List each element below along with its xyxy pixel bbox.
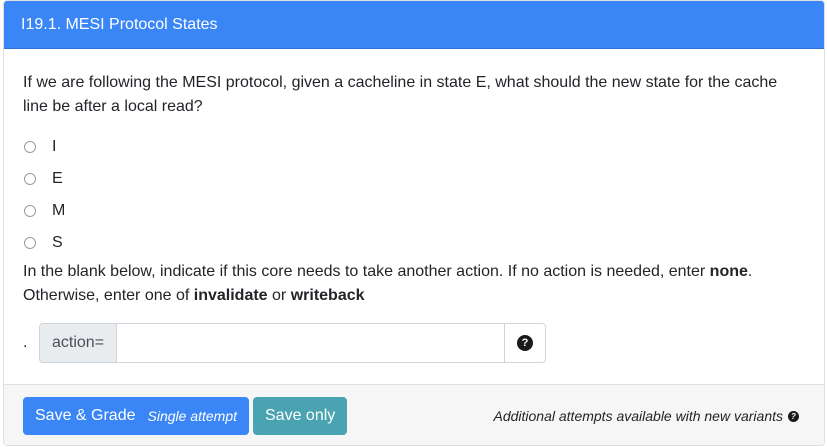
- option-label: M: [52, 202, 66, 219]
- card-body: If we are following the MESI protocol, g…: [4, 71, 824, 363]
- option-label: S: [52, 234, 63, 251]
- instruction-invalidate: invalidate: [193, 287, 268, 304]
- action-help-button[interactable]: ?: [504, 324, 546, 362]
- instruction-part1: In the blank below, indicate if this cor…: [23, 263, 710, 280]
- question-circle-icon[interactable]: ?: [788, 410, 799, 422]
- radio-option-s[interactable]: [24, 237, 36, 249]
- instruction-writeback: writeback: [290, 287, 365, 304]
- attempts-note: Additional attempts available with new v…: [493, 408, 799, 424]
- card-footer: Save & Grade Single attempt Save only Ad…: [4, 384, 824, 445]
- radio-option-m[interactable]: [24, 205, 36, 217]
- card-header: I19.1. MESI Protocol States: [4, 1, 824, 49]
- option-label: I: [52, 138, 57, 155]
- radio-option-i[interactable]: [24, 141, 36, 153]
- attempts-note-text: Additional attempts available with new v…: [493, 408, 784, 424]
- option-label: E: [52, 170, 63, 187]
- save-grade-label: Save & Grade: [35, 407, 136, 424]
- question-text: If we are following the MESI protocol, g…: [23, 74, 778, 115]
- action-row: . action= ?: [23, 323, 805, 363]
- radio-option-e[interactable]: [24, 173, 36, 185]
- action-prefix: .: [23, 334, 28, 351]
- action-input[interactable]: [117, 324, 505, 362]
- save-only-button[interactable]: Save only: [253, 397, 348, 435]
- save-only-label: Save only: [265, 407, 336, 424]
- action-label: action=: [40, 324, 118, 362]
- option-e[interactable]: E: [23, 163, 805, 195]
- instruction-or: or: [267, 287, 291, 304]
- option-i[interactable]: I: [23, 131, 805, 163]
- option-list: I E M S: [23, 131, 805, 259]
- option-s[interactable]: S: [23, 227, 805, 259]
- save-grade-button[interactable]: Save & Grade Single attempt: [23, 397, 249, 435]
- question-circle-icon: ?: [517, 335, 534, 351]
- save-grade-sublabel: Single attempt: [147, 408, 238, 424]
- action-input-group: action= ?: [39, 323, 547, 363]
- question-card: I19.1. MESI Protocol States If we are fo…: [3, 0, 825, 446]
- instruction-text: In the blank below, indicate if this cor…: [23, 260, 813, 308]
- question-title: I19.1. MESI Protocol States: [21, 15, 218, 33]
- option-m[interactable]: M: [23, 195, 805, 227]
- instruction-none: none: [709, 263, 748, 280]
